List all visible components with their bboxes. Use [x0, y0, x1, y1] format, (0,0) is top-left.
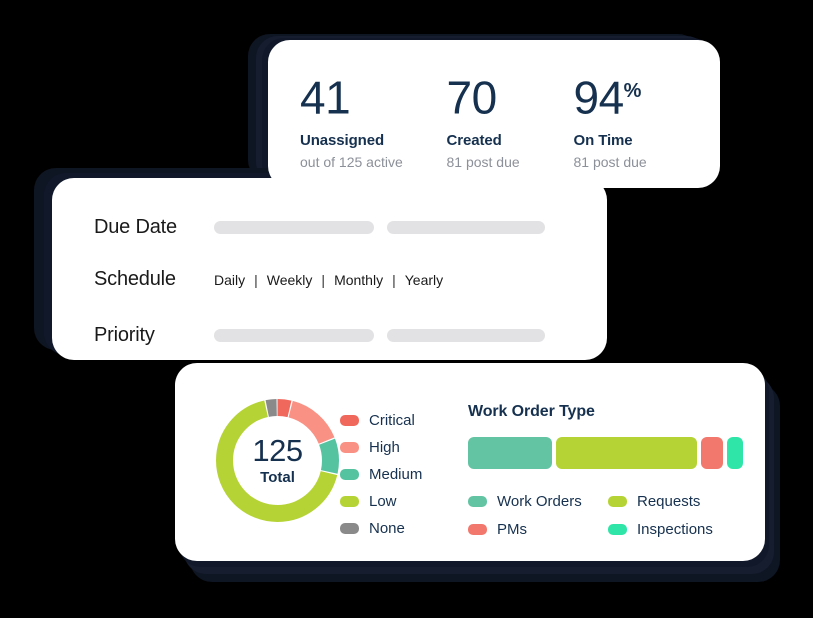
- legend-item-none: None: [340, 515, 422, 542]
- option-separator: |: [321, 271, 326, 288]
- work-order-type-chart: Work Order Type Work Orders Requests PMs…: [468, 403, 744, 543]
- filters-card: Due Date Schedule Daily | Weekly | Month…: [52, 178, 607, 360]
- legend-item-medium: Medium: [340, 461, 422, 488]
- legend-label: Critical: [369, 412, 415, 429]
- bar-segment-work-orders: [468, 437, 552, 469]
- stat-suffix: %: [623, 80, 642, 102]
- legend-swatch-icon: [340, 523, 359, 534]
- bar-segment-pms: [700, 437, 724, 469]
- stat-unassigned: 41 Unassigned out of 125 active: [300, 66, 446, 170]
- donut-center-label: 125 Total: [210, 393, 345, 528]
- legend-item-pms: PMs: [468, 515, 608, 543]
- dashboard-mockup: 41 Unassigned out of 125 active 70 Creat…: [0, 0, 813, 618]
- work-order-type-legend: Work Orders Requests PMs Inspections: [468, 487, 748, 543]
- bar-segment-inspections: [727, 437, 744, 469]
- work-order-type-bar: [468, 437, 744, 469]
- legend-item-inspections: Inspections: [608, 515, 748, 543]
- schedule-option-daily[interactable]: Daily: [214, 272, 245, 288]
- stat-on-time: 94% On Time 81 post due: [574, 66, 720, 170]
- stat-label: Unassigned: [300, 132, 385, 150]
- legend-item-work-orders: Work Orders: [468, 487, 608, 515]
- legend-swatch-icon: [608, 495, 627, 507]
- stat-number: 41: [300, 71, 351, 124]
- legend-label: High: [369, 439, 400, 456]
- legend-swatch-icon: [340, 496, 359, 507]
- schedule-option-weekly[interactable]: Weekly: [267, 272, 313, 288]
- stat-sublabel: 81 post due: [573, 154, 647, 171]
- filter-label: Due Date: [94, 216, 177, 238]
- stat-value: 70: [446, 66, 573, 122]
- stat-created: 70 Created 81 post due: [446, 66, 573, 170]
- placeholder-pill: [387, 329, 545, 342]
- stat-value: 94%: [574, 66, 720, 122]
- filter-row-schedule: Schedule Daily | Weekly | Monthly | Year…: [94, 268, 584, 291]
- schedule-option-yearly[interactable]: Yearly: [405, 272, 443, 288]
- placeholder-pill: [214, 329, 374, 342]
- legend-label: PMs: [497, 520, 527, 538]
- option-separator: |: [254, 271, 258, 288]
- stat-value: 41: [300, 66, 446, 122]
- legend-label: Low: [369, 493, 397, 510]
- legend-swatch-icon: [340, 442, 359, 453]
- legend-swatch-icon: [468, 495, 487, 507]
- stats-row: 41 Unassigned out of 125 active 70 Creat…: [268, 40, 720, 170]
- schedule-option-monthly[interactable]: Monthly: [334, 272, 383, 288]
- work-order-type-title: Work Order Type: [468, 403, 595, 420]
- legend-swatch-icon: [468, 523, 487, 535]
- donut-legend: Critical High Medium Low None: [340, 407, 422, 542]
- priority-donut-chart: 125 Total: [210, 393, 345, 528]
- bar-segment-requests: [555, 437, 697, 469]
- donut-total-text: Total: [260, 469, 295, 486]
- placeholder-pill: [387, 221, 545, 234]
- placeholder-pill: [214, 221, 374, 234]
- stat-label: Created: [446, 132, 502, 150]
- legend-item-low: Low: [340, 488, 422, 515]
- stat-sublabel: 81 post due: [446, 154, 520, 171]
- charts-card: 125 Total Critical High Medium Low None …: [175, 363, 765, 561]
- stats-card: 41 Unassigned out of 125 active 70 Creat…: [268, 40, 720, 188]
- legend-label: Medium: [369, 466, 423, 483]
- legend-swatch-icon: [608, 523, 627, 535]
- stat-number: 94: [573, 71, 625, 124]
- option-separator: |: [392, 271, 396, 288]
- donut-total-value: 125: [252, 433, 303, 468]
- legend-label: Requests: [637, 492, 701, 510]
- legend-label: Work Orders: [497, 492, 582, 510]
- filter-row-due-date: Due Date: [94, 216, 584, 239]
- legend-item-requests: Requests: [608, 487, 748, 515]
- legend-swatch-icon: [340, 415, 359, 426]
- filter-row-priority: Priority: [94, 324, 584, 347]
- legend-label: None: [369, 520, 405, 537]
- legend-item-high: High: [340, 434, 422, 461]
- legend-label: Inspections: [637, 520, 713, 538]
- filter-label: Schedule: [94, 268, 176, 290]
- schedule-options: Daily | Weekly | Monthly | Yearly: [214, 272, 443, 288]
- stat-label: On Time: [573, 132, 633, 150]
- legend-swatch-icon: [340, 469, 359, 480]
- stat-sublabel: out of 125 active: [300, 154, 403, 171]
- legend-item-critical: Critical: [340, 407, 422, 434]
- stat-number: 70: [446, 71, 497, 124]
- filter-label: Priority: [94, 324, 155, 346]
